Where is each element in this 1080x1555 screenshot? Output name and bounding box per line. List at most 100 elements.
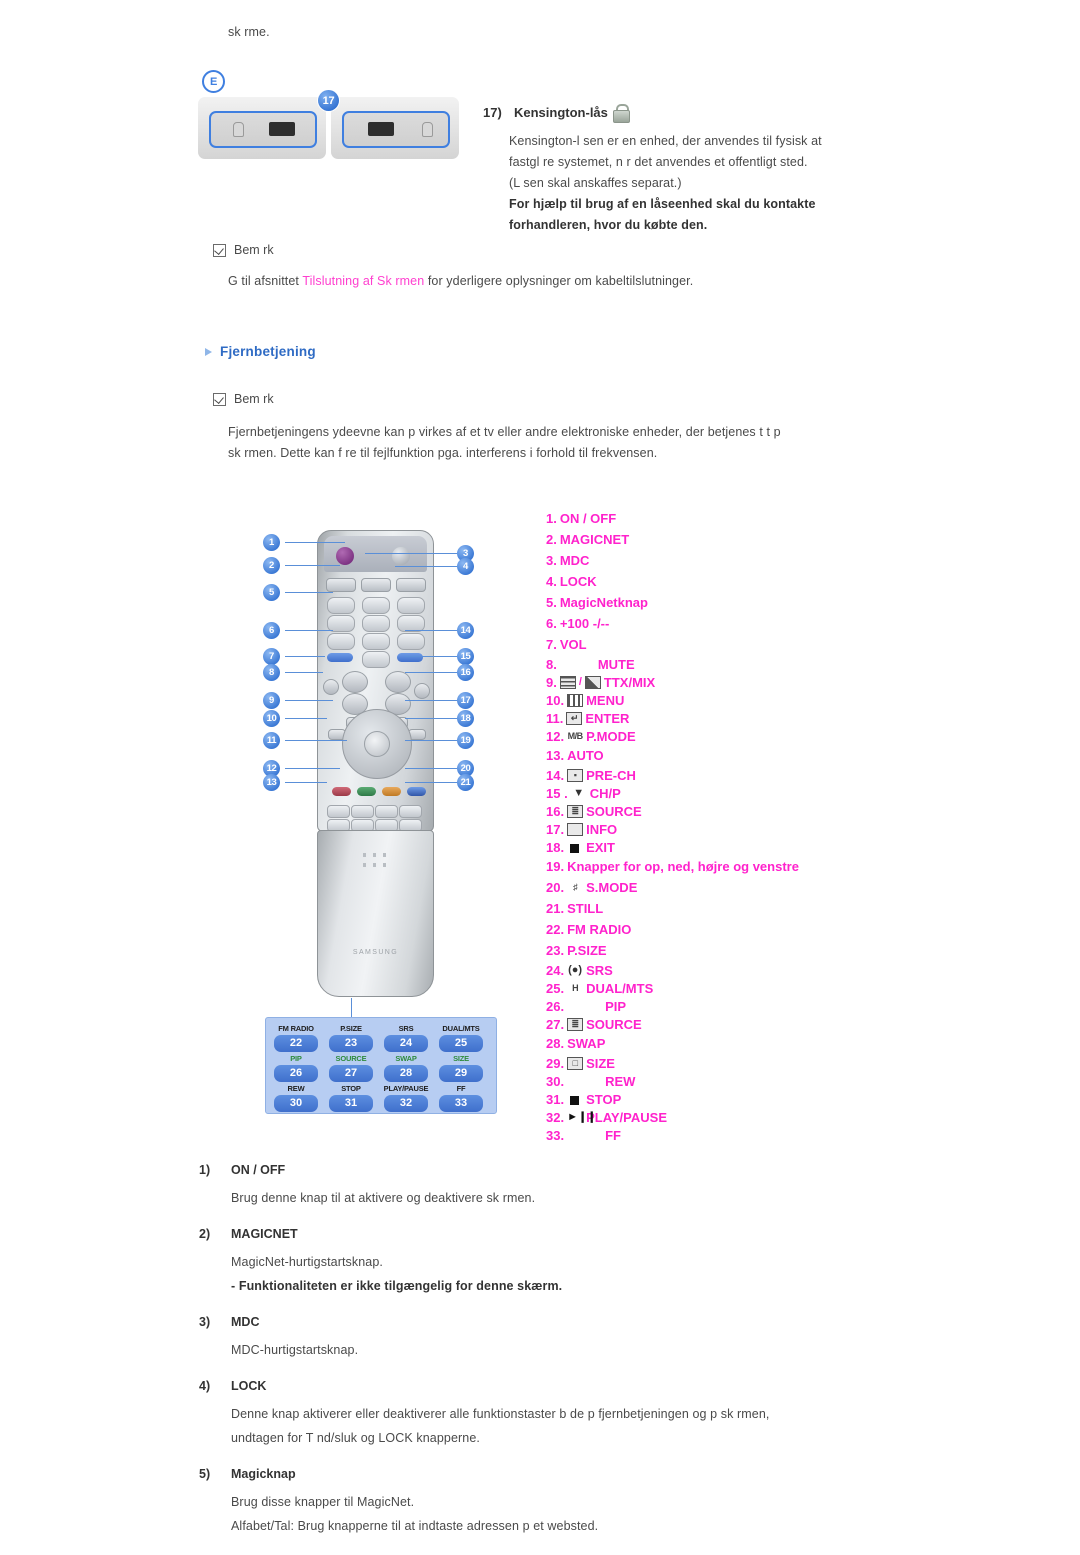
remote-callout-10: 10 [263, 710, 280, 727]
legend-item-27: 27. ≣ SOURCE [546, 1015, 846, 1033]
legend-item-10: 10. MENU [546, 691, 846, 709]
note-2-line-1: Fjernbetjeningens ydeevne kan p virkes a… [228, 425, 781, 439]
legend-label: PLAY/PAUSE [586, 1109, 667, 1125]
numeric-key [327, 597, 355, 614]
legend-label: SIZE [586, 1055, 615, 1071]
legend-number: 33. [546, 1127, 565, 1143]
description-title-text: LOCK [231, 1379, 267, 1393]
numeric-key [362, 633, 390, 650]
remote-callout-1: 1 [263, 534, 280, 551]
legend-label: STOP [586, 1091, 622, 1107]
remote-key-31: STOP 31 [327, 1084, 375, 1112]
legend-label: TTX/MIX [603, 674, 656, 690]
remote-callout-18: 18 [457, 710, 474, 727]
remote-key-label: REW [287, 1084, 305, 1093]
legend-label: SWAP [567, 1036, 606, 1051]
numeric-key-zero [362, 651, 390, 668]
description-title-text: MAGICNET [231, 1227, 298, 1241]
legend-label: MagicNetknap [559, 595, 648, 610]
port-panel-left [198, 97, 326, 159]
legend-number: 27. [546, 1016, 565, 1032]
preset-blue-button [397, 653, 423, 662]
legend-label: AUTO [567, 748, 604, 763]
description-title: 2) MAGICNET [199, 1227, 879, 1241]
missing-icon [567, 1000, 583, 1013]
description-line: MDC-hurtigstartsknap. [231, 1343, 359, 1357]
remote-key-label: SRS [398, 1024, 414, 1033]
legend-item-30: 30. REW [546, 1072, 846, 1090]
legend-label: PRE-CH [586, 767, 636, 783]
media-key [375, 805, 398, 818]
legend-item-16: 16. ≣ SOURCE [546, 802, 846, 820]
info-icon [567, 822, 584, 836]
legend-label: MAGICNET [559, 532, 630, 547]
legend-label: S.MODE [586, 880, 638, 895]
arrow-bullet-icon [205, 347, 212, 356]
note-1-text-before: G til afsnittet [228, 274, 299, 288]
description-item-4: 4) LOCK Denne knap aktiverer eller deaktiv… [199, 1379, 879, 1449]
brand-label: SAMSUNG [352, 949, 399, 956]
remote-legend-list: 1. ON / OFF 2. MAGICNET 3. MDC 4. LOCK 5. MagicNe… [546, 508, 846, 1144]
mute-button [414, 683, 430, 699]
legend-label: MUTE [597, 656, 635, 672]
description-number: 3) [199, 1315, 211, 1329]
legend-number: 25. [546, 980, 565, 996]
legend-number: 15 . [546, 785, 568, 801]
document-page: sk rme. E 17 17) Kensington-lås Kensingt… [0, 0, 1080, 1533]
legend-item-1: 1. ON / OFF [546, 508, 846, 529]
checkbox-note-icon [213, 392, 226, 406]
description-body: Brug denne knap til at aktivere og deakt… [231, 1188, 879, 1209]
legend-item-3: 3. MDC [546, 550, 846, 571]
remote-key-24: SRS 24 [382, 1024, 430, 1052]
key-panel-leader-line [351, 998, 352, 1018]
legend-number: 16. [546, 803, 565, 819]
kensington-bold-line-2: forhandleren, hvor du købte den. [509, 218, 708, 232]
remote-key-23: P.SIZE 23 [327, 1024, 375, 1052]
remote-callout-2: 2 [263, 557, 280, 574]
legend-label: MENU [586, 692, 625, 708]
remote-key-label: PLAY/PAUSE [383, 1084, 429, 1093]
description-item-2: 2) MAGICNET MagicNet-hurtigstartsknap. - Fu… [199, 1227, 879, 1297]
remote-callout-8: 8 [263, 664, 280, 681]
legend-item-17: 17. INFO [546, 820, 846, 838]
description-title: 1) ON / OFF [199, 1163, 879, 1177]
dual-mts-icon: H [572, 982, 579, 993]
remote-key-label: SWAP [395, 1054, 417, 1063]
size-icon: □ [567, 1056, 584, 1070]
legend-item-12: 12. M/B P.MODE [546, 727, 846, 745]
legend-item-5: 5. MagicNetknap [546, 592, 846, 613]
p-mode-icon: M/B [567, 730, 584, 741]
legend-number: 13. [546, 748, 565, 763]
description-line: undtagen for T nd/sluk og LOCK knapperne… [231, 1431, 480, 1445]
legend-number: 7. [546, 637, 557, 652]
source-icon: ≣ [567, 804, 584, 818]
red-color-button [332, 787, 351, 796]
vol-up-button [342, 671, 368, 693]
note-1-body: G til afsnittet Tilslutning af Sk rmen f… [228, 271, 868, 292]
missing-icon [567, 1129, 583, 1142]
legend-item-6: 6. +100 -/-- [546, 613, 846, 634]
remote-callout-7: 7 [263, 648, 280, 665]
legend-item-22: 22. FM RADIO [546, 919, 846, 940]
legend-item-25: 25. H DUAL/MTS [546, 979, 846, 997]
note-1-link[interactable]: Tilslutning af Sk rmen [302, 274, 424, 288]
legend-label: STILL [567, 901, 604, 916]
numeric-key [397, 597, 425, 614]
remote-callout-19: 19 [457, 732, 474, 749]
description-body: Denne knap aktiverer eller deaktiverer a… [231, 1404, 879, 1449]
description-title-text: Magicknap [231, 1467, 296, 1481]
port-panel-right [331, 97, 459, 159]
padlock-icon [612, 104, 630, 123]
kensington-title-text: Kensington-lås [514, 105, 608, 120]
legend-item-31: 31. STOP [546, 1090, 846, 1108]
remote-key-27: SOURCE 27 [327, 1054, 375, 1082]
description-number: 4) [199, 1379, 211, 1393]
legend-number: 3. [546, 553, 557, 568]
secondary-power-button [392, 547, 410, 565]
description-number: 2) [199, 1227, 211, 1241]
legend-item-29: 29. □ SIZE [546, 1054, 846, 1072]
legend-number: 29. [546, 1055, 565, 1071]
top-fragment-text: sk rme. [228, 25, 270, 39]
media-key [351, 805, 374, 818]
legend-number: 21. [546, 901, 565, 916]
